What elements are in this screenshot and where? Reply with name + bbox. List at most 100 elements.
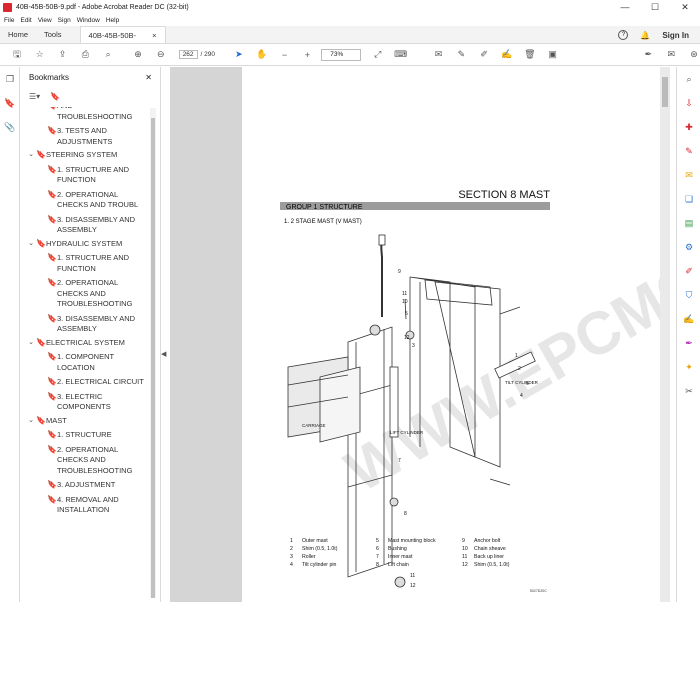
menu-view[interactable]: View (38, 17, 52, 24)
bookmark-item[interactable]: 🔖 1. STRUCTURE AND FUNCTION (21, 253, 153, 274)
close-window-button[interactable]: ✕ (670, 0, 700, 14)
help-icon[interactable]: ? (618, 30, 629, 40)
upload-icon[interactable]: ⇪ (57, 49, 69, 61)
expand-caret-icon[interactable]: ⌄ (26, 416, 36, 427)
zoom-level-select[interactable]: 73% (321, 48, 361, 61)
redact-icon[interactable]: ✐ (677, 259, 700, 283)
certificates-icon[interactable]: ✦ (677, 355, 700, 379)
page-up-icon[interactable]: ⊕ (132, 49, 144, 61)
bookmark-item[interactable]: 🔖 3. DISASSEMBLY AND ASSEMBLY (21, 314, 153, 335)
more-tools-icon[interactable]: ✂ (677, 379, 700, 403)
menu-file[interactable]: File (4, 17, 14, 24)
new-bookmark-icon[interactable]: 🔖 (50, 92, 60, 101)
menu-help[interactable]: Help (106, 17, 119, 24)
fit-page-icon[interactable]: ⤢ (372, 49, 384, 61)
select-cursor-icon[interactable]: ➤ (233, 49, 245, 61)
bookmark-icon: 🔖 (36, 415, 46, 425)
edit-pdf-icon[interactable]: ✎ (677, 139, 700, 163)
expand-caret-icon[interactable]: ⌄ (26, 150, 36, 161)
part-entry: 5 Mast mounting block (376, 538, 436, 544)
create-pdf-icon[interactable]: ✚ (677, 115, 700, 139)
bookmarks-panel-icon[interactable]: 🔖 (0, 91, 20, 115)
organize-pages-icon[interactable]: ▤ (677, 211, 700, 235)
menu-bar: File Edit View Sign Window Help (0, 14, 700, 26)
document-scroll-thumb[interactable] (662, 77, 668, 107)
menu-window[interactable]: Window (77, 17, 100, 24)
bookmark-item[interactable]: 🔖 1. COMPONENT LOCATION (21, 352, 153, 373)
highlight-icon[interactable]: ✎ (455, 49, 467, 61)
keyboard-icon[interactable]: ⌨ (394, 49, 407, 61)
bookmark-item[interactable]: 🔖 3. ADJUSTMENT (21, 480, 153, 491)
bookmark-section[interactable]: ⌄ 🔖 MAST (21, 416, 153, 427)
print-icon[interactable]: ⎙ (79, 49, 91, 61)
tab-home[interactable]: Home (0, 26, 36, 43)
bookmark-star-icon[interactable]: ☆ (34, 49, 46, 61)
page-number-input[interactable]: 262 (178, 50, 198, 59)
search-tool-icon[interactable]: ⌕ (677, 67, 700, 91)
bookmarks-panel: Bookmarks ✕ ☰▾ 🔖 🔖AND TROUBLESHOOTING🔖3.… (21, 67, 161, 602)
bookmark-label: AND TROUBLESHOOTING (57, 107, 133, 121)
bookmark-section[interactable]: ⌄ 🔖 STEERING SYSTEM (21, 150, 153, 161)
export-pdf-icon[interactable]: ⇩ (677, 91, 700, 115)
page-down-icon[interactable]: ⊖ (155, 49, 167, 61)
document-viewer[interactable]: WWW.EPCMO.COM SECTION 8 MAST GROUP 1 STR… (170, 67, 670, 602)
bookmark-item[interactable]: 🔖 4. REMOVAL AND INSTALLATION (21, 495, 153, 516)
tab-tools[interactable]: Tools (36, 26, 70, 43)
share-icon[interactable]: ⊛ (688, 49, 700, 61)
bookmark-item[interactable]: 🔖 1. STRUCTURE (21, 430, 153, 441)
delete-icon[interactable]: 🗑 (524, 49, 536, 61)
hand-tool-icon[interactable]: ✋ (256, 49, 268, 61)
document-scrollbar[interactable] (660, 67, 670, 602)
bookmark-item[interactable]: 🔖 3. ELECTRIC COMPONENTS (21, 392, 153, 413)
minimize-button[interactable]: — (610, 0, 640, 14)
collapse-panel-icon[interactable]: ◀ (161, 350, 169, 358)
notifications-icon[interactable]: 🔔 (640, 31, 650, 40)
bookmark-item[interactable]: 🔖 2. OPERATIONAL CHECKS AND TROUBLESHOOTI… (21, 445, 153, 477)
expand-caret-icon[interactable]: ⌄ (26, 239, 36, 250)
close-panel-icon[interactable]: ✕ (145, 73, 152, 82)
part-entry: 12 Shim (0.5, 1.0t) (462, 562, 509, 568)
part-name: Mast mounting block (388, 538, 436, 544)
comment-tool-icon[interactable]: ✉ (677, 163, 700, 187)
draw-icon[interactable]: ✐ (478, 49, 490, 61)
menu-edit[interactable]: Edit (20, 17, 31, 24)
fill-sign-icon[interactable]: ✍ (677, 307, 700, 331)
text-edit-icon[interactable]: ✍ (501, 49, 513, 61)
bookmark-section[interactable]: ⌄ 🔖 HYDRAULIC SYSTEM (21, 239, 153, 250)
protect-icon[interactable]: ⛉ (677, 283, 700, 307)
bookmark-item[interactable]: 🔖 2. OPERATIONAL CHECKS AND TROUBL (21, 190, 153, 211)
bookmark-item[interactable]: 🔖 2. ELECTRICAL CIRCUIT (21, 377, 153, 388)
attachments-icon[interactable]: 📎 (0, 115, 20, 139)
callout-4: 4 (520, 393, 523, 399)
bookmark-item[interactable]: 🔖 2. OPERATIONAL CHECKS AND TROUBLESHOOTI… (21, 278, 153, 310)
bookmark-section[interactable]: ⌄ 🔖 ELECTRICAL SYSTEM (21, 338, 153, 349)
page-thumbnails-icon[interactable]: ❐ (0, 67, 20, 91)
bookmark-item[interactable]: 🔖 3. DISASSEMBLY AND ASSEMBLY (21, 215, 153, 236)
bookmark-icon: 🔖 (47, 494, 57, 504)
bookmark-item[interactable]: 🔖 1. STRUCTURE AND FUNCTION (21, 165, 153, 186)
sign-in-button[interactable]: Sign In (662, 31, 689, 40)
zoom-search-icon[interactable]: ⌕ (102, 49, 114, 61)
bookmarks-scroll-thumb[interactable] (151, 118, 155, 598)
save-icon[interactable]: 🖫 (11, 49, 23, 61)
bookmark-item[interactable]: 🔖 3. TESTS AND ADJUSTMENTS (21, 126, 153, 147)
callout-12b: 12 (410, 583, 416, 589)
comment-icon[interactable]: ✉ (433, 49, 445, 61)
mail-icon[interactable]: ✉ (665, 49, 677, 61)
expand-caret-icon[interactable]: ⌄ (26, 338, 36, 349)
bookmark-item[interactable]: 🔖AND TROUBLESHOOTING (21, 107, 153, 122)
send-for-signature-icon[interactable]: ✒ (677, 331, 700, 355)
combine-files-icon[interactable]: ❏ (677, 187, 700, 211)
sign-icon[interactable]: ✒ (643, 49, 655, 61)
menu-sign[interactable]: Sign (58, 17, 71, 24)
zoom-out-icon[interactable]: − (279, 49, 291, 61)
compress-pdf-icon[interactable]: ⚙ (677, 235, 700, 259)
stamp-icon[interactable]: ▣ (547, 49, 559, 61)
zoom-in-icon[interactable]: + (301, 49, 313, 61)
bookmark-label: 1. COMPONENT LOCATION (57, 352, 114, 372)
maximize-button[interactable]: ☐ (640, 0, 670, 14)
bookmarks-scrollbar[interactable] (150, 108, 156, 598)
tab-document[interactable]: 40B-45B-50B-9.pdf × (79, 26, 166, 57)
bookmark-options-icon[interactable]: ☰▾ (29, 92, 40, 101)
tab-close-icon[interactable]: × (152, 27, 156, 43)
